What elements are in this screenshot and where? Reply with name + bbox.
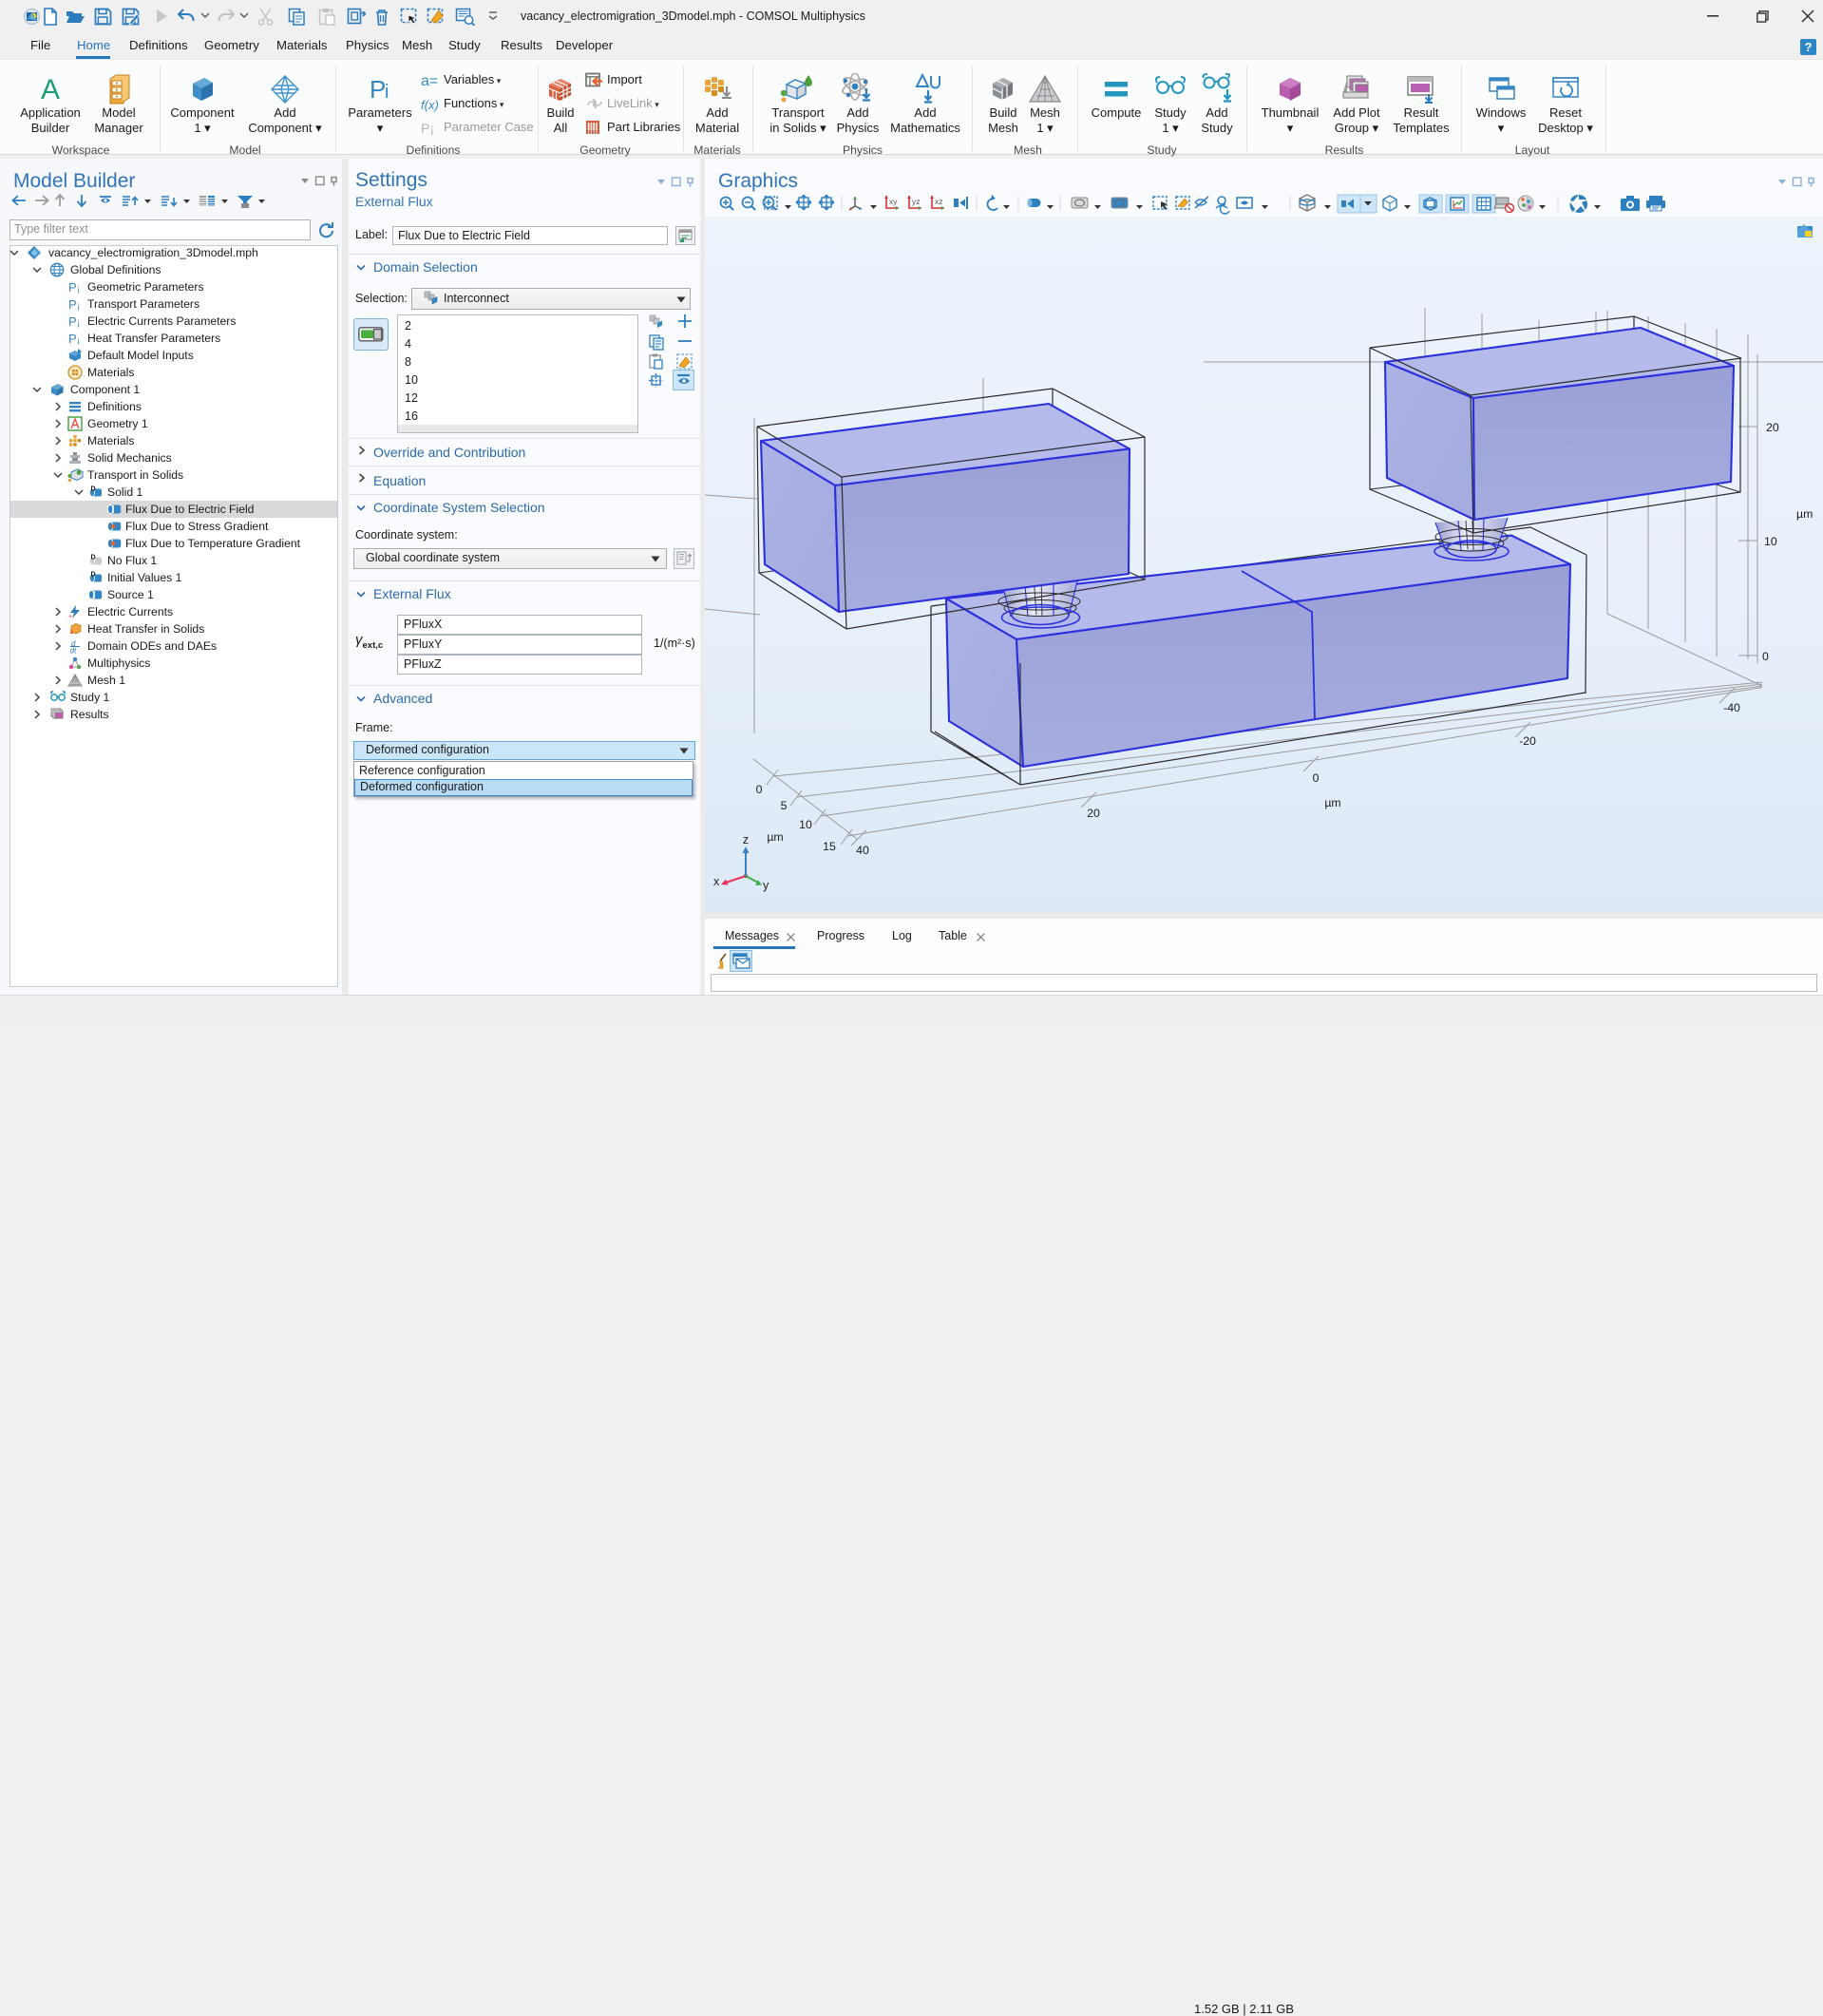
svg-text:dt: dt — [70, 647, 77, 655]
svg-text:P: P — [68, 332, 77, 346]
svg-text:µm: µm — [1796, 507, 1813, 521]
svg-text:20: 20 — [1766, 421, 1779, 434]
svg-text:40: 40 — [856, 844, 869, 857]
svg-text:z: z — [743, 833, 749, 846]
svg-text:-40: -40 — [1723, 701, 1740, 714]
svg-text:0: 0 — [1313, 771, 1320, 785]
svg-text:10: 10 — [799, 818, 812, 831]
svg-text:0: 0 — [756, 783, 763, 796]
svg-text:D: D — [91, 555, 96, 561]
svg-text:D: D — [91, 572, 96, 579]
svg-text:_: _ — [74, 615, 79, 619]
svg-text:15: 15 — [823, 840, 836, 853]
svg-text:P: P — [68, 314, 77, 329]
svg-text:P: P — [68, 297, 77, 312]
svg-text:i: i — [385, 82, 389, 103]
svg-text:P: P — [370, 75, 386, 104]
svg-text:P¡: P¡ — [421, 121, 434, 136]
svg-text:+: + — [68, 614, 72, 619]
svg-text:a=: a= — [421, 73, 438, 89]
svg-text:-20: -20 — [1519, 734, 1536, 748]
svg-text:xy: xy — [889, 197, 898, 206]
svg-text:¡: ¡ — [77, 284, 80, 295]
svg-text:µm: µm — [1324, 796, 1340, 809]
svg-text:D: D — [91, 486, 96, 493]
svg-text:µm: µm — [767, 830, 783, 844]
svg-text:x: x — [713, 875, 720, 888]
svg-text:A: A — [41, 74, 60, 105]
svg-text:10: 10 — [1764, 535, 1777, 548]
svg-text:5: 5 — [781, 799, 788, 812]
svg-text:yz: yz — [912, 197, 921, 206]
svg-text:0: 0 — [1762, 650, 1769, 663]
svg-text:f(x): f(x) — [421, 98, 439, 112]
svg-text:¡: ¡ — [77, 318, 80, 329]
svg-text:y: y — [763, 879, 769, 892]
svg-text:xz: xz — [935, 197, 943, 206]
svg-text:¡: ¡ — [77, 335, 80, 346]
svg-text:20: 20 — [1087, 807, 1100, 820]
svg-text:P: P — [68, 280, 77, 295]
svg-text:¡: ¡ — [77, 301, 80, 312]
